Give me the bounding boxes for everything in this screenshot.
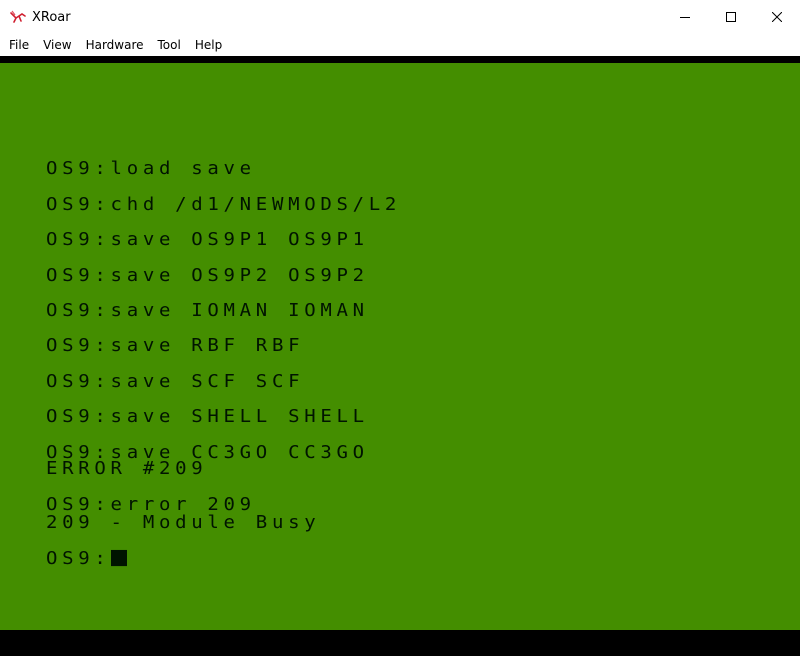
menu-tool[interactable]: Tool (151, 34, 188, 56)
terminal-line: OS9:save OS9P1 OS9P1 (46, 229, 369, 250)
terminal-line: OS9:chd /d1/NEWMODS/L2 (46, 194, 402, 215)
emulator-screen[interactable]: OS9:load save OS9:chd /d1/NEWMODS/L2 OS9… (0, 63, 800, 630)
prompt-text: OS9: (46, 548, 111, 569)
minimize-button[interactable] (662, 0, 708, 34)
menu-view[interactable]: View (36, 34, 78, 56)
minimize-icon (680, 17, 690, 18)
menu-bar: File View Hardware Tool Help (0, 34, 800, 56)
maximize-button[interactable] (708, 0, 754, 34)
terminal-line: ERROR #209 (46, 458, 208, 479)
xroar-window: XRoar File View Hardware Tool Help OS9:l… (0, 0, 800, 656)
terminal-prompt: OS9: (46, 549, 127, 568)
window-controls (662, 0, 800, 34)
screen-border-top (0, 56, 800, 63)
screen-border-bottom (0, 630, 800, 656)
window-title: XRoar (32, 9, 71, 25)
terminal-line: OS9:save SCF SCF (46, 371, 305, 392)
terminal-line: OS9:save OS9P2 OS9P2 (46, 265, 369, 286)
terminal-line: OS9:save RBF RBF (46, 335, 305, 356)
terminal-line: 209 - Module Busy (46, 512, 321, 533)
menu-hardware[interactable]: Hardware (79, 34, 151, 56)
text-cursor (110, 549, 127, 567)
close-icon (772, 12, 782, 22)
maximize-icon (726, 12, 736, 22)
menu-help[interactable]: Help (188, 34, 229, 56)
close-button[interactable] (754, 0, 800, 34)
title-bar[interactable]: XRoar (0, 0, 800, 34)
terminal-line: OS9:save SHELL SHELL (46, 406, 369, 427)
menu-file[interactable]: File (0, 34, 36, 56)
terminal-line: OS9:load save (46, 158, 256, 179)
xroar-app-icon (10, 9, 26, 25)
terminal-line: OS9:save IOMAN IOMAN (46, 300, 369, 321)
